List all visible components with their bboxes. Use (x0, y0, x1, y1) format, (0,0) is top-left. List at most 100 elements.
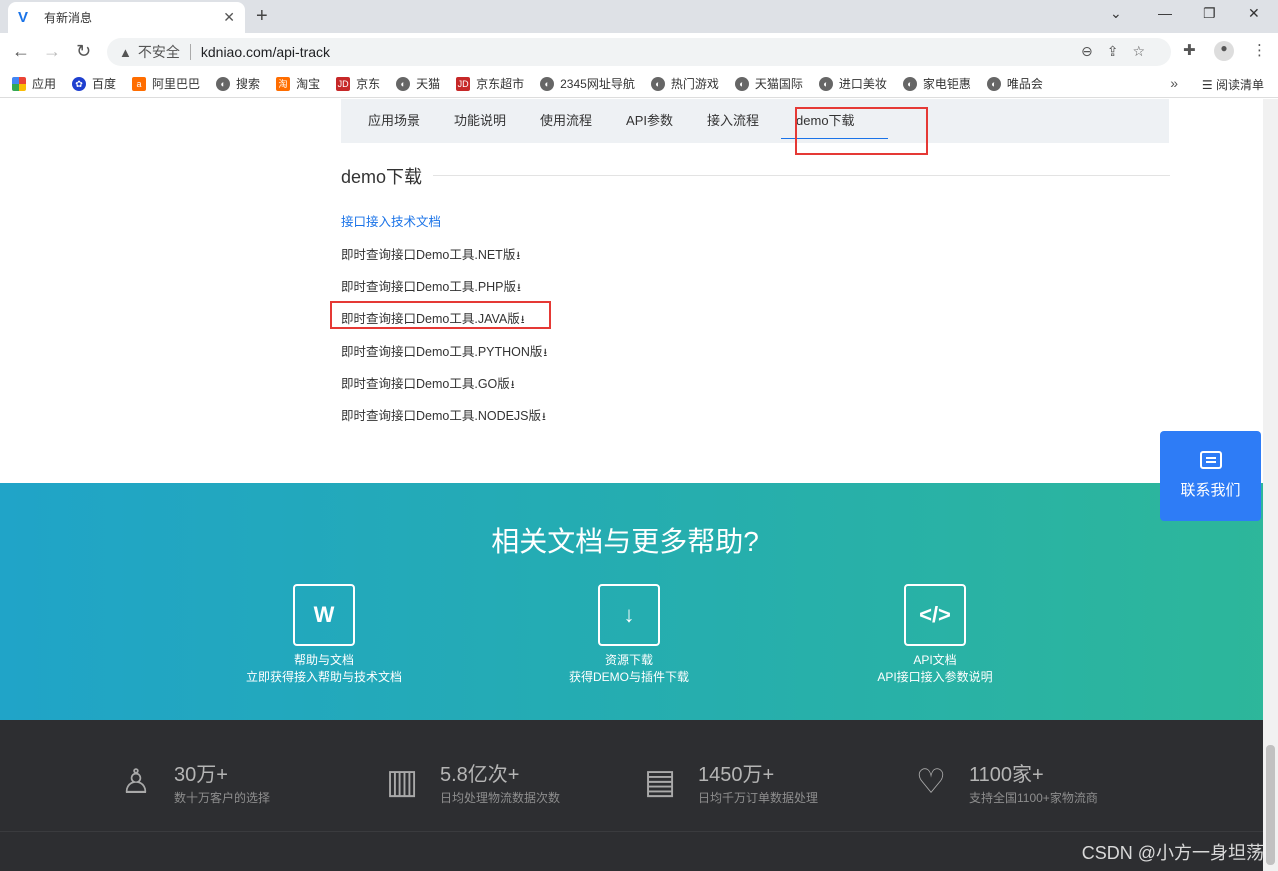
bookmark-jd-supermarket[interactable]: JD 京东超市 (456, 75, 524, 92)
card-subtitle: 立即获得接入帮助与技术文档 (245, 670, 402, 684)
stat-desc: 日均千万订单数据处理 (698, 791, 819, 805)
stat-number: 1100家+ (969, 764, 1044, 786)
download-net[interactable]: 即时查询接口Demo工具.NET版⭳ (341, 244, 520, 266)
bookmark-games[interactable]: ◐ 热门游戏 (650, 75, 719, 92)
forward-icon[interactable]: → (43, 41, 61, 62)
bookmark-vip[interactable]: ◐ 唯品会 (986, 75, 1043, 92)
globe-icon: ◐ (986, 76, 1001, 91)
contact-us-button[interactable]: 联系我们 (1160, 431, 1261, 521)
bookmark-apps[interactable]: 应用 (12, 75, 56, 92)
highlight-box (795, 107, 928, 155)
address-actions-icons[interactable]: ⊖⇪☆ (1081, 43, 1159, 60)
subnav-usage[interactable]: 使用流程 (523, 99, 609, 143)
address-bar[interactable]: ▲ 不安全 kdniao.com/api-track ⊖⇪☆ (107, 38, 1171, 66)
more-bookmarks-icon[interactable]: » (1170, 75, 1178, 91)
bookmark-label: 百度 (92, 77, 117, 91)
bookmark-tmall[interactable]: ◐ 天猫 (396, 75, 440, 92)
bookmark-alibaba[interactable]: a 阿里巴巴 (132, 75, 200, 92)
warning-icon[interactable]: ▲ (119, 45, 132, 60)
heart-icon: ♡ (915, 763, 947, 801)
reading-list-button[interactable]: ☰ 阅读清单 (1202, 76, 1264, 93)
minimize-icon[interactable]: — (1158, 5, 1172, 21)
subnav-api-params[interactable]: API参数 (609, 99, 690, 143)
restore-icon[interactable]: ❐ (1203, 5, 1216, 22)
chat-icon (1199, 451, 1222, 469)
bookmark-label: 家电钜惠 (922, 77, 971, 91)
bookmark-label: 应用 (32, 77, 57, 91)
bookmark-beauty[interactable]: ◐ 进口美妆 (818, 75, 887, 92)
reload-icon[interactable]: ↻ (76, 41, 91, 62)
stat-number: 30万+ (174, 764, 228, 786)
browser-tab[interactable]: V 有新消息 ✕ (8, 2, 245, 33)
bookmark-baidu[interactable]: ✿ 百度 (72, 75, 116, 92)
taobao-icon: 淘 (276, 76, 291, 91)
profile-avatar-icon[interactable]: ● (1214, 41, 1234, 61)
bookmark-appliances[interactable]: ◐ 家电钜惠 (902, 75, 971, 92)
section-subnav: 应用场景 功能说明 使用流程 API参数 接入流程 demo下载 (341, 99, 1169, 143)
card-title: 帮助与文档 (293, 653, 354, 667)
subnav-integration[interactable]: 接入流程 (690, 99, 776, 143)
page-scrollbar[interactable] (1263, 99, 1278, 871)
close-window-icon[interactable]: ✕ (1248, 5, 1260, 22)
download-python[interactable]: 即时查询接口Demo工具.PYTHON版⭳ (341, 341, 547, 363)
subnav-scenarios[interactable]: 应用场景 (341, 99, 437, 143)
stat-carriers: ♡ 1100家+ 支持全国1100+家物流商 (911, 758, 1098, 806)
globe-icon: ◐ (734, 76, 749, 91)
url-text[interactable]: kdniao.com/api-track (201, 44, 330, 60)
globe-icon: ◐ (396, 76, 411, 91)
bookmark-label: 搜索 (236, 77, 261, 91)
bookmark-tmall-global[interactable]: ◐ 天猫国际 (734, 75, 803, 92)
close-tab-icon[interactable]: ✕ (223, 9, 235, 26)
download-php[interactable]: 即时查询接口Demo工具.PHP版⭳ (341, 276, 521, 298)
extensions-icon[interactable]: ✚ (1183, 41, 1196, 59)
user-icon: ♙ (120, 763, 152, 801)
bookmark-label: 阿里巴巴 (152, 77, 201, 91)
help-card-api[interactable]: </> API文档 API接口接入参数说明 (835, 584, 1035, 685)
stat-number: 5.8亿次+ (440, 764, 520, 786)
bookmark-taobao[interactable]: 淘淘宝 (276, 75, 320, 92)
download-icon: ⭳ (516, 250, 521, 262)
site-favicon-icon: V (18, 8, 29, 26)
bookmark-label: 进口美妆 (838, 77, 887, 91)
tab-search-icon[interactable]: ⌄ (1110, 5, 1122, 22)
menu-icon[interactable]: ⋮ (1252, 41, 1267, 59)
globe-icon: ◐ (540, 76, 555, 91)
download-label: 即时查询接口Demo工具.NET版 (341, 248, 516, 262)
subnav-features[interactable]: 功能说明 (437, 99, 523, 143)
download-label: 即时查询接口Demo工具.NODEJS版 (341, 409, 542, 423)
help-card-download[interactable]: ↓ 资源下载 获得DEMO与插件下载 (529, 584, 729, 685)
download-arrow-icon: ↓ (598, 584, 660, 646)
help-card-docs[interactable]: W 帮助与文档 立即获得接入帮助与技术文档 (224, 584, 424, 685)
tech-doc-link[interactable]: 接口接入技术文档 (341, 211, 441, 230)
download-nodejs[interactable]: 即时查询接口Demo工具.NODEJS版⭳ (341, 405, 546, 427)
card-subtitle: 获得DEMO与插件下载 (568, 670, 689, 684)
stat-number: 1450万+ (698, 764, 775, 786)
bookmark-2345[interactable]: ◐ 2345网址导航 (540, 75, 635, 92)
bar-chart-icon: ▥ (385, 763, 419, 801)
insecure-label[interactable]: 不安全 (138, 42, 180, 62)
globe-icon: ◐ (818, 76, 833, 91)
alibaba-icon: a (132, 76, 147, 91)
reading-list-icon: ☰ (1201, 78, 1216, 92)
stats-footer: ♙ 30万+ 数十万客户的选择 ▥ 5.8亿次+ 日均处理物流数据次数 ▤ 1450… (0, 720, 1278, 871)
download-label: 即时查询接口Demo工具.PYTHON版 (341, 345, 543, 359)
bookmark-search[interactable]: ◐ 搜索 (216, 75, 260, 92)
bookmark-label: 唯品会 (1006, 77, 1043, 91)
globe-icon: ◐ (650, 76, 665, 91)
bookmark-jd[interactable]: JD 京东 (336, 75, 380, 92)
tab-title: 有新消息 (44, 11, 93, 25)
new-tab-button[interactable]: + (256, 5, 268, 28)
scrollbar-thumb[interactable] (1266, 745, 1275, 865)
bookmark-label: 京东 (356, 77, 381, 91)
bookmark-label: 淘宝 (296, 77, 321, 91)
download-icon: ⭳ (542, 411, 546, 423)
download-go[interactable]: 即时查询接口Demo工具.GO版⭳ (341, 373, 515, 395)
word-doc-icon: W (293, 584, 355, 646)
back-icon[interactable]: ← (12, 41, 30, 62)
reading-list-label: 阅读清单 (1215, 78, 1264, 92)
bookmark-label: 热门游戏 (670, 77, 719, 91)
code-icon: </> (904, 584, 966, 646)
card-title: API文档 (913, 653, 957, 667)
help-section: 相关文档与更多帮助? W 帮助与文档 立即获得接入帮助与技术文档 ↓ 资源下载 … (0, 483, 1278, 720)
bookmark-label: 京东超市 (476, 77, 525, 91)
